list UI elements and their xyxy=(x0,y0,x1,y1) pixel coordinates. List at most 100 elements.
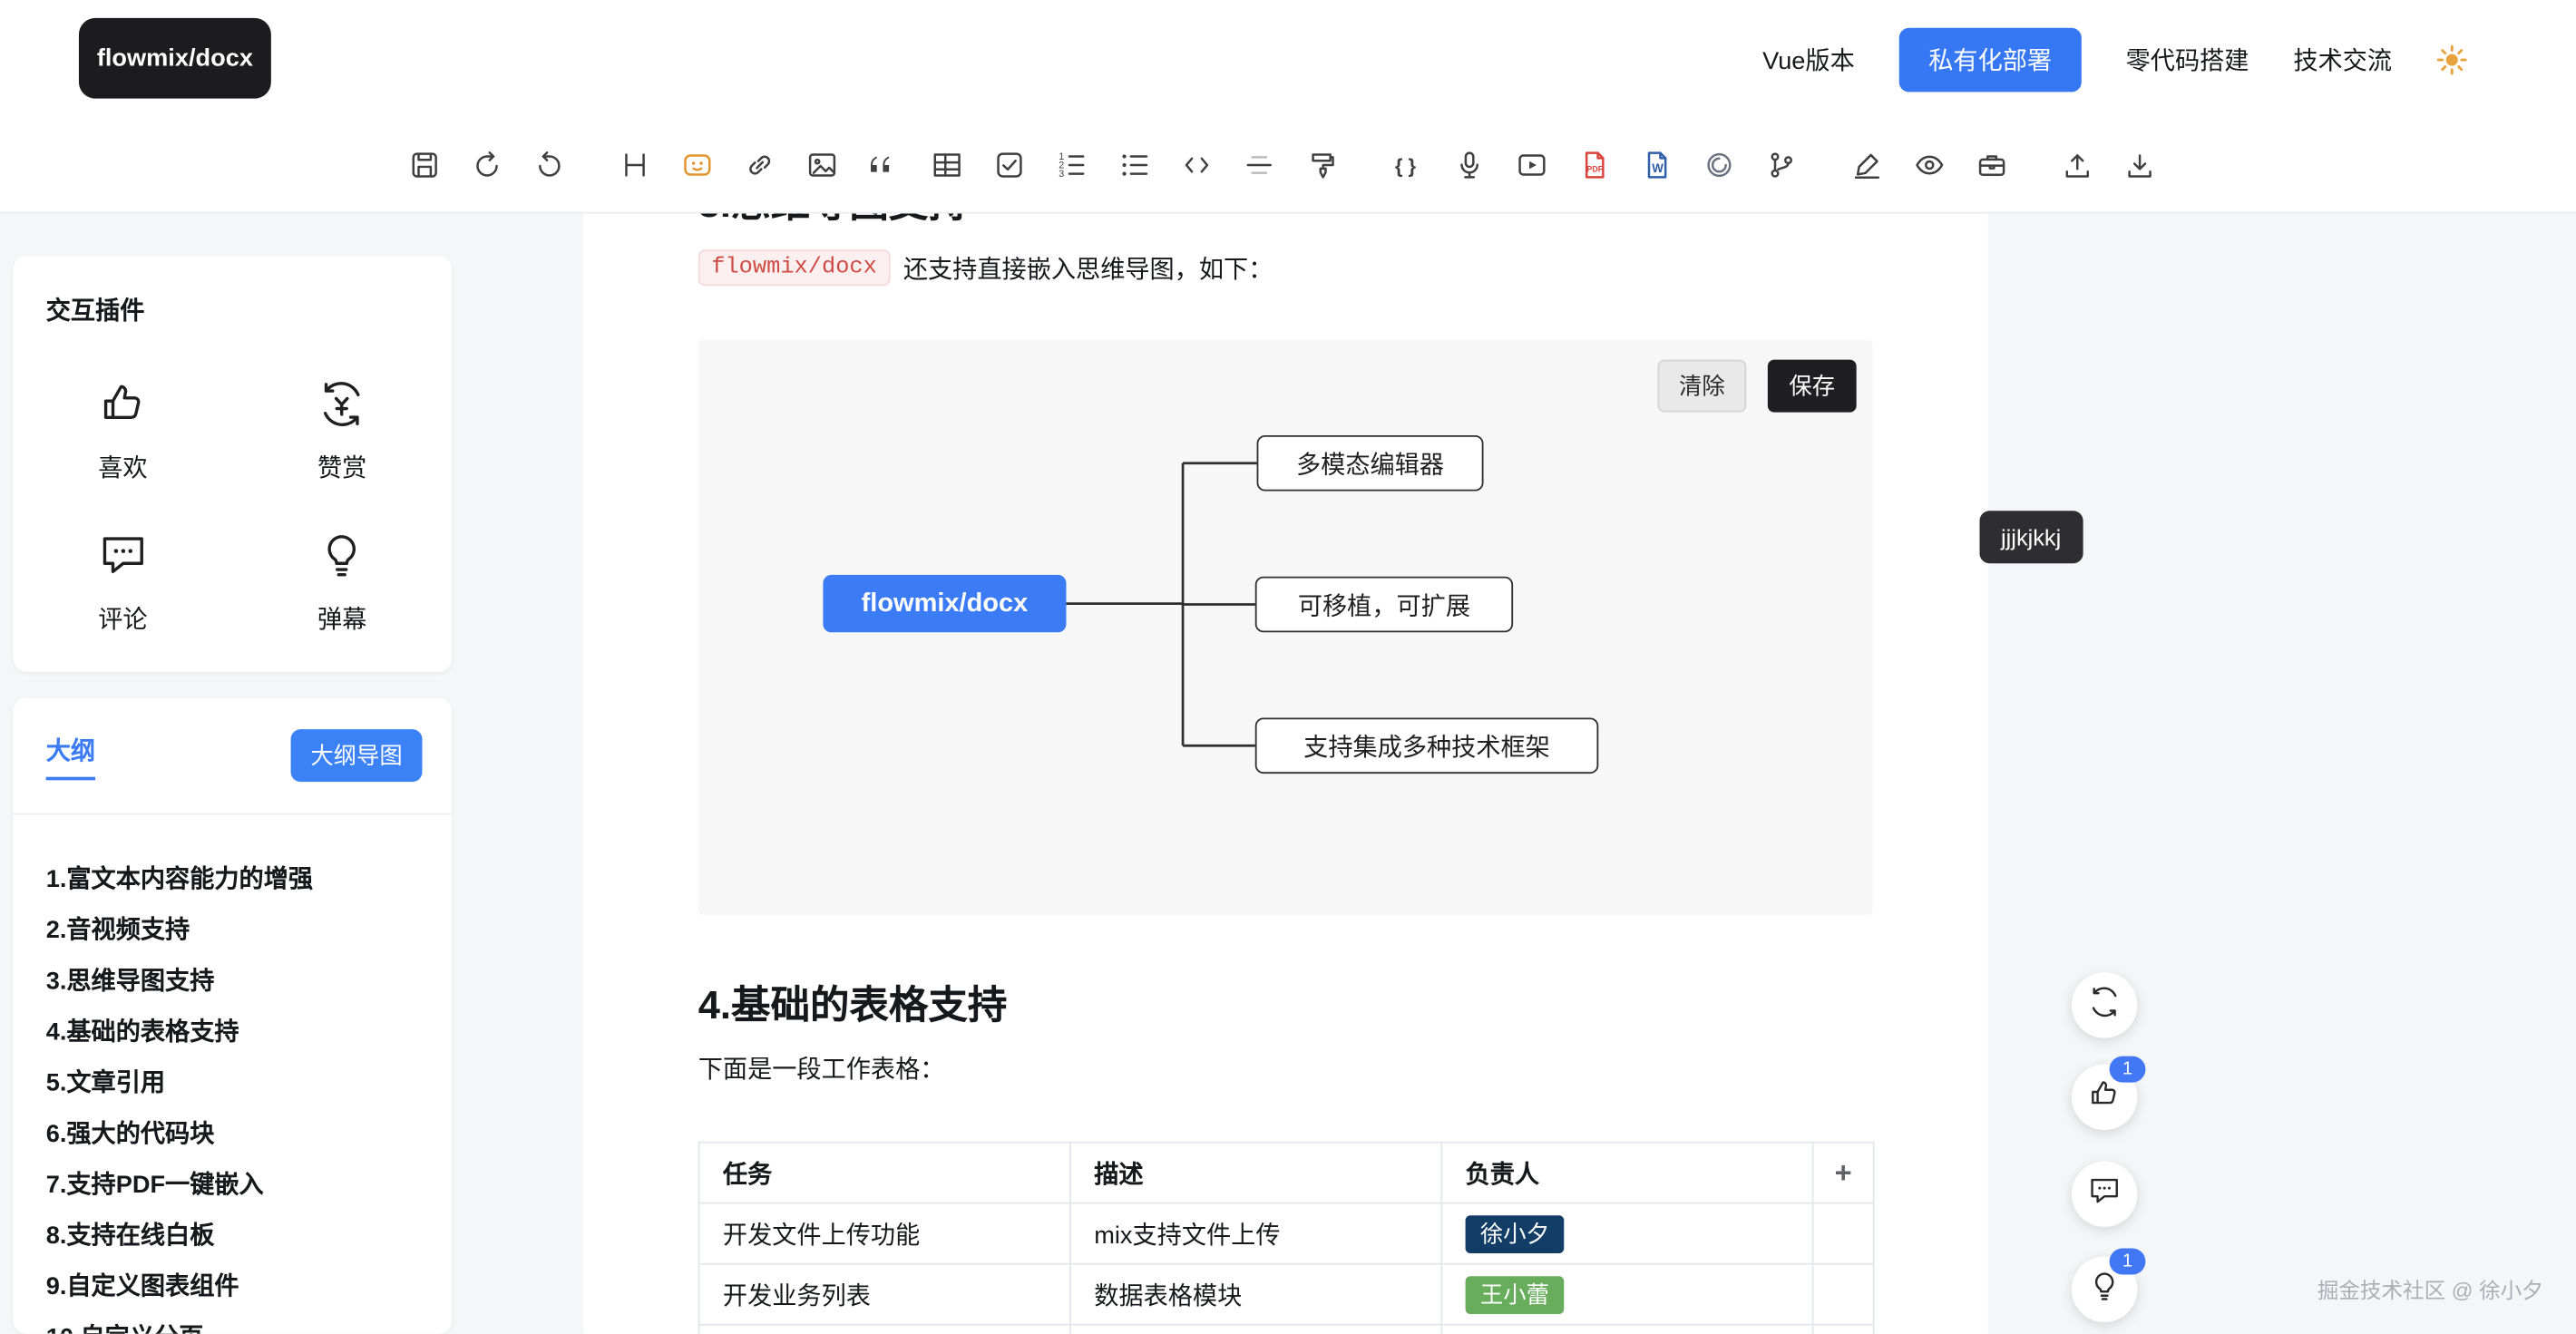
table-icon[interactable] xyxy=(927,145,966,184)
code-block-icon[interactable]: { } xyxy=(1387,145,1426,184)
toolbox-icon[interactable] xyxy=(1971,145,2010,184)
mindmap-branch-node[interactable]: 可移植，可扩展 xyxy=(1255,577,1513,633)
ordered-list-icon[interactable]: 123 xyxy=(1051,145,1090,184)
outline-item-4[interactable]: 4.基础的表格支持 xyxy=(46,1007,433,1057)
outline-item-10[interactable]: 10.自定义分页 xyxy=(46,1312,433,1334)
table-row[interactable]: 开发业务列表 数据表格模块 王小蕾 xyxy=(699,1264,1874,1325)
cell-owner[interactable]: 王小蕾 xyxy=(1441,1264,1812,1325)
table-row[interactable]: 开发文件上传功能 mix支持文件上传 徐小夕 xyxy=(699,1203,1874,1264)
link-icon[interactable] xyxy=(739,145,778,184)
cell-owner[interactable]: 徐小夕 xyxy=(1441,1203,1812,1264)
plugin-comment[interactable]: 评论 xyxy=(13,508,232,659)
section3-heading: 3.思维导图支持 xyxy=(698,213,1873,228)
plugins-card-title: 交互插件 xyxy=(13,257,452,327)
nav-tech-chat[interactable]: 技术交流 xyxy=(2293,42,2392,76)
add-column-button[interactable]: + xyxy=(1813,1143,1874,1203)
cell-desc[interactable]: mix支持文件上传 xyxy=(1070,1203,1441,1264)
reward-icon xyxy=(317,379,366,435)
plugins-card: 交互插件 喜欢 赞赏 评论 弹幕 xyxy=(13,257,452,672)
editor-canvas[interactable]: 3.思维导图支持 flowmix/docx 还支持直接嵌入思维导图，如下： 清除… xyxy=(583,213,1988,1333)
microphone-icon[interactable] xyxy=(1449,145,1488,184)
save-icon[interactable] xyxy=(405,145,444,184)
seal-icon[interactable] xyxy=(1699,145,1738,184)
reward-icon xyxy=(2088,985,2121,1026)
table-header-row: 任务 描述 负责人 + xyxy=(699,1143,1874,1203)
outline-item-9[interactable]: 9.自定义图表组件 xyxy=(46,1261,433,1312)
outline-divider xyxy=(13,813,452,815)
svg-text:3: 3 xyxy=(1058,169,1063,180)
section4-heading: 4.基础的表格支持 xyxy=(698,972,1873,1029)
heading-icon[interactable] xyxy=(614,145,653,184)
bullet-list-icon[interactable] xyxy=(1114,145,1153,184)
cell-desc[interactable]: 数据表格模块 xyxy=(1070,1264,1441,1325)
reward-fab[interactable] xyxy=(2072,972,2137,1037)
download-icon[interactable] xyxy=(2119,145,2158,184)
mindmap-panel[interactable]: 清除 保存 flowmix/docx 多模态编辑器 可移植，可扩展 支持集成多种… xyxy=(698,340,1873,915)
divider-icon[interactable] xyxy=(1239,145,1278,184)
pdf-icon[interactable]: PDF xyxy=(1574,145,1613,184)
outline-item-1[interactable]: 1.富文本内容能力的增强 xyxy=(46,854,433,905)
danmaku-icon xyxy=(317,531,366,587)
sun-icon[interactable] xyxy=(2436,44,2467,74)
nav-vue-version[interactable]: Vue版本 xyxy=(1762,42,1855,76)
preview-eye-icon[interactable] xyxy=(1909,145,1948,184)
cell-task[interactable] xyxy=(699,1325,1070,1334)
outline-item-5[interactable]: 5.文章引用 xyxy=(46,1057,433,1108)
plugin-like[interactable]: 喜欢 xyxy=(13,356,232,508)
cell-task[interactable]: 开发业务列表 xyxy=(699,1264,1070,1325)
col-task[interactable]: 任务 xyxy=(699,1143,1070,1203)
app-logo: flowmix/docx xyxy=(79,18,271,99)
inline-code-chip: flowmix/docx xyxy=(698,249,891,286)
outline-item-8[interactable]: 8.支持在线白板 xyxy=(46,1211,433,1261)
mindmap-root-node[interactable]: flowmix/docx xyxy=(823,575,1066,632)
signature-icon[interactable] xyxy=(1847,145,1886,184)
outline-card: 大纲 大纲导图 1.富文本内容能力的增强 2.音视频支持 3.思维导图支持 4.… xyxy=(13,698,452,1334)
section4-intro: 下面是一段工作表格： xyxy=(698,1051,1873,1086)
plugin-comment-label: 评论 xyxy=(98,601,147,636)
video-icon[interactable] xyxy=(1511,145,1550,184)
undo-icon[interactable] xyxy=(466,145,505,184)
danmaku-fab[interactable]: 1 xyxy=(2072,1257,2137,1322)
thumbs-up-icon xyxy=(2088,1076,2121,1117)
upload-icon[interactable] xyxy=(2057,145,2096,184)
comment-icon xyxy=(2088,1173,2121,1214)
col-owner[interactable]: 负责人 xyxy=(1441,1143,1812,1203)
outline-item-2[interactable]: 2.音视频支持 xyxy=(46,905,433,956)
plugin-like-label: 喜欢 xyxy=(98,450,147,484)
editor-toolbar: 123 { } PDF W xyxy=(0,118,2576,213)
tab-outline[interactable]: 大纲 xyxy=(46,732,95,780)
cell-desc[interactable] xyxy=(1070,1325,1441,1334)
svg-text:PDF: PDF xyxy=(1586,164,1603,173)
cell-task[interactable]: 开发文件上传功能 xyxy=(699,1203,1070,1264)
inline-code-icon[interactable] xyxy=(1176,145,1215,184)
thumbs-up-icon xyxy=(98,379,147,435)
topbar: flowmix/docx Vue版本 私有化部署 零代码搭建 技术交流 xyxy=(0,0,2576,120)
format-brush-icon[interactable] xyxy=(1301,145,1340,184)
col-desc[interactable]: 描述 xyxy=(1070,1143,1441,1203)
plugin-danmaku[interactable]: 弹幕 xyxy=(232,508,452,659)
blockquote-icon[interactable] xyxy=(864,145,903,184)
outline-item-7[interactable]: 7.支持PDF一键嵌入 xyxy=(46,1160,433,1211)
image-icon[interactable] xyxy=(802,145,841,184)
outline-list: 1.富文本内容能力的增强 2.音视频支持 3.思维导图支持 4.基础的表格支持 … xyxy=(46,854,433,1334)
mindmap-branch-node[interactable]: 多模态编辑器 xyxy=(1257,435,1484,492)
outline-map-button[interactable]: 大纲导图 xyxy=(291,729,423,782)
mindmap-branch-node[interactable]: 支持集成多种技术框架 xyxy=(1255,717,1599,774)
git-branch-icon[interactable] xyxy=(1761,145,1800,184)
private-deploy-button[interactable]: 私有化部署 xyxy=(1899,27,2082,92)
danmaku-count-badge: 1 xyxy=(2110,1249,2146,1275)
redo-icon[interactable] xyxy=(529,145,568,184)
watermark: 掘金技术社区 @ 徐小夕 xyxy=(2317,1273,2543,1304)
comment-fab[interactable] xyxy=(2072,1162,2137,1227)
table-row[interactable] xyxy=(699,1325,1874,1334)
outline-item-3[interactable]: 3.思维导图支持 xyxy=(46,956,433,1007)
outline-item-6[interactable]: 6.强大的代码块 xyxy=(46,1109,433,1160)
emoji-icon[interactable] xyxy=(677,145,716,184)
task-list-icon[interactable] xyxy=(989,145,1028,184)
plugins-grid: 喜欢 赞赏 评论 弹幕 xyxy=(13,356,452,658)
like-fab[interactable]: 1 xyxy=(2072,1065,2137,1130)
word-icon[interactable]: W xyxy=(1636,145,1675,184)
cell-owner[interactable] xyxy=(1441,1325,1812,1334)
nav-nocode[interactable]: 零代码搭建 xyxy=(2126,42,2249,76)
plugin-reward[interactable]: 赞赏 xyxy=(232,356,452,508)
